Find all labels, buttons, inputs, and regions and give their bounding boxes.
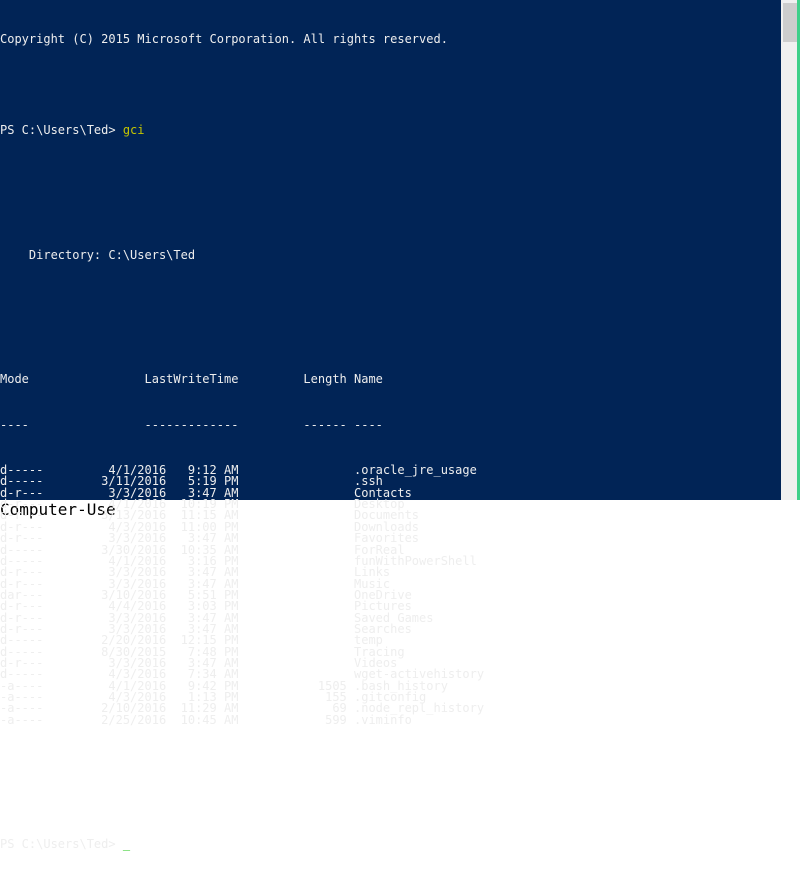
table-rows-container: d----- 4/1/2016 9:12 AM .oracle_jre_usag…	[0, 464, 781, 727]
table-divider-row: ---- ------------- ------ ----	[0, 417, 781, 432]
table-row-text: -a---- 2/25/2016 10:45 AM 599 .viminfo	[0, 712, 412, 727]
text-cursor: _	[122, 837, 131, 852]
table-header-row: Mode LastWriteTime Length Name	[0, 372, 781, 387]
command-text: gci	[122, 122, 145, 137]
powershell-console-window[interactable]: Copyright (C) 2015 Microsoft Corporation…	[0, 0, 800, 850]
vertical-scrollbar[interactable]	[781, 0, 797, 500]
directory-header-line: Directory: C:\Users\Ted	[0, 247, 781, 262]
final-prompt-text: PS C:\Users\Ted>	[0, 837, 123, 852]
final-prompt-line[interactable]: PS C:\Users\Ted> _	[0, 837, 781, 852]
directory-header-text: Directory: C:\Users\Ted	[0, 247, 196, 262]
table-header-text: Mode LastWriteTime Length Name	[0, 372, 383, 387]
console-text-buffer[interactable]: Copyright (C) 2015 Microsoft Corporation…	[0, 0, 781, 850]
copyright-line: Copyright (C) 2015 Microsoft Corporation…	[0, 32, 781, 47]
command-prompt-line: PS C:\Users\Ted> gci	[0, 122, 781, 137]
copyright-text: Copyright (C) 2015 Microsoft Corporation…	[0, 32, 448, 47]
table-row: -a---- 2/25/2016 10:45 AM 599 .viminfo	[0, 712, 781, 727]
prompt-text: PS C:\Users\Ted>	[0, 122, 123, 137]
table-divider-text: ---- ------------- ------ ----	[0, 417, 383, 432]
vertical-scrollbar-thumb[interactable]	[783, 3, 797, 42]
